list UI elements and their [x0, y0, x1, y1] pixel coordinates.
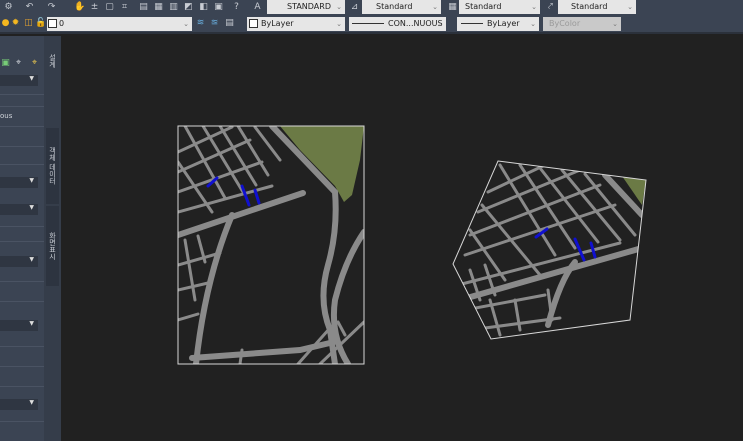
park-area [280, 126, 364, 202]
map-original [178, 126, 364, 364]
drawing-svg [177, 125, 647, 365]
map-transformed [453, 163, 646, 337]
